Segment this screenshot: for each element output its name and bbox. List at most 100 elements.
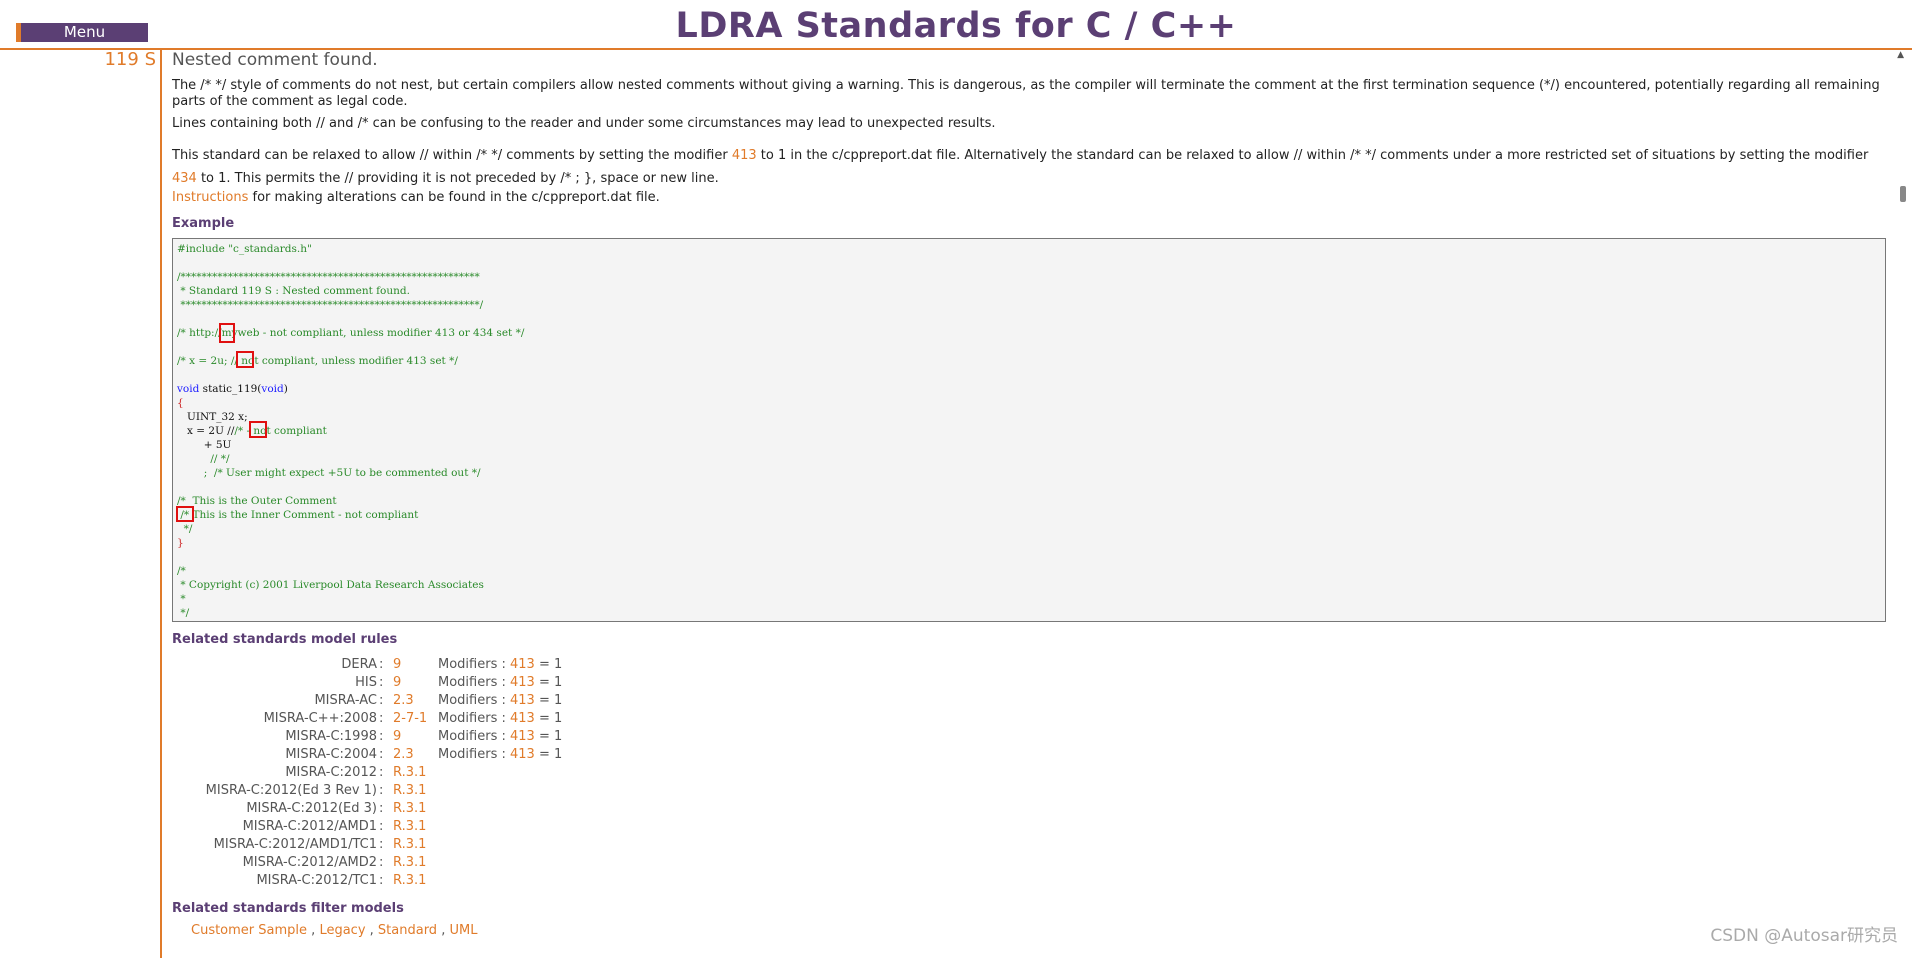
code-line: /* bbox=[177, 565, 186, 577]
separator: : bbox=[379, 675, 384, 690]
rule-link[interactable]: R.3.1 bbox=[393, 854, 426, 872]
page-title: LDRA Standards for C / C++ bbox=[675, 6, 1237, 46]
highlight-box bbox=[219, 323, 235, 343]
separator: : bbox=[379, 657, 384, 672]
related-rule-row: MISRA-C:2012(Ed 3): R.3.1 bbox=[172, 800, 772, 818]
standard-name: MISRA-C:1998 bbox=[285, 729, 377, 744]
code-line: ****************************************… bbox=[177, 299, 484, 311]
rule-link[interactable]: 2.3 bbox=[393, 746, 414, 764]
related-rule-row: MISRA-C++:2008:2-7-1 Modifiers : 413 = 1 bbox=[172, 710, 772, 728]
page-header: Menu LDRA Standards for C / C++ bbox=[0, 0, 1912, 50]
separator: , bbox=[365, 923, 378, 938]
code-line: #include "c_standards.h" bbox=[177, 243, 312, 255]
modifier-434-link[interactable]: 434 bbox=[172, 171, 197, 186]
rule-link[interactable]: R.3.1 bbox=[393, 836, 426, 854]
rule-link[interactable]: R.3.1 bbox=[393, 818, 426, 836]
separator: : bbox=[379, 747, 384, 762]
separator: , bbox=[437, 923, 450, 938]
separator: : bbox=[379, 855, 384, 870]
related-rule-row: MISRA-C:2012/AMD2: R.3.1 bbox=[172, 854, 772, 872]
related-rule-row: MISRA-C:2004:2.3 Modifiers : 413 = 1 bbox=[172, 746, 772, 764]
rule-description-1: The /* */ style of comments do not nest,… bbox=[172, 78, 1880, 109]
code-line: * Standard 119 S : Nested comment found. bbox=[177, 285, 410, 297]
standard-name: MISRA-C++:2008 bbox=[263, 711, 377, 726]
separator: : bbox=[379, 729, 384, 744]
filter-model-link[interactable]: Legacy bbox=[319, 923, 365, 938]
instructions-note: Instructions for making alterations can … bbox=[172, 190, 660, 205]
code-line: /* This is the Inner Comment - not compl… bbox=[177, 509, 419, 521]
standard-name: MISRA-C:2004 bbox=[285, 747, 377, 762]
rule-link[interactable]: R.3.1 bbox=[393, 782, 426, 800]
related-rule-row: MISRA-C:2012/AMD1/TC1: R.3.1 bbox=[172, 836, 772, 854]
example-heading: Example bbox=[172, 216, 235, 231]
separator: : bbox=[379, 711, 384, 726]
highlight-box bbox=[236, 351, 254, 368]
modifier-note: Modifiers : 413 = 1 bbox=[438, 693, 563, 708]
related-rule-row: DERA:9 Modifiers : 413 = 1 bbox=[172, 656, 772, 674]
code-line: /* This is the Outer Comment bbox=[177, 495, 337, 507]
code-example: #include "c_standards.h" /**************… bbox=[172, 238, 1886, 622]
rule-link[interactable]: R.3.1 bbox=[393, 872, 426, 890]
highlight-box bbox=[176, 506, 194, 522]
modifier-413-link[interactable]: 413 bbox=[732, 148, 757, 163]
standard-name: MISRA-C:2012(Ed 3) bbox=[246, 801, 377, 816]
left-divider bbox=[160, 48, 162, 958]
code-line: // */ bbox=[177, 453, 230, 465]
modifier-note: Modifiers : 413 = 1 bbox=[438, 675, 563, 690]
code-line: } bbox=[177, 537, 184, 549]
related-rule-row: MISRA-C:2012/AMD1: R.3.1 bbox=[172, 818, 772, 836]
modifier-note: Modifiers : 413 = 1 bbox=[438, 747, 563, 762]
code-line: */ bbox=[177, 523, 193, 535]
separator: : bbox=[379, 819, 384, 834]
code-line: /* x = 2u; // not compliant, unless modi… bbox=[177, 355, 458, 367]
rule-description-3: This standard can be relaxed to allow //… bbox=[172, 148, 1869, 186]
highlight-box bbox=[249, 421, 267, 438]
standard-name: MISRA-C:2012/TC1 bbox=[256, 873, 377, 888]
standard-name: MISRA-C:2012/AMD1/TC1 bbox=[213, 837, 377, 852]
separator: : bbox=[379, 837, 384, 852]
separator: : bbox=[379, 783, 384, 798]
related-rules-heading: Related standards model rules bbox=[172, 632, 398, 647]
code-line: UINT_32 x; bbox=[177, 411, 248, 423]
watermark: CSDN @Autosar研究员 bbox=[1710, 926, 1898, 946]
code-line: * bbox=[177, 593, 186, 605]
rule-link[interactable]: R.3.1 bbox=[393, 764, 426, 782]
rule-link[interactable]: R.3.1 bbox=[393, 800, 426, 818]
filter-model-link[interactable]: Standard bbox=[378, 923, 437, 938]
scroll-up-arrow-icon[interactable]: ▲ bbox=[1897, 50, 1904, 60]
related-rule-row: HIS:9 Modifiers : 413 = 1 bbox=[172, 674, 772, 692]
rule-description-2: Lines containing both // and /* can be c… bbox=[172, 116, 996, 131]
scrollbar-thumb[interactable] bbox=[1900, 186, 1906, 202]
standard-name: HIS bbox=[355, 675, 377, 690]
rule-link[interactable]: 2-7-1 bbox=[393, 710, 427, 728]
standard-name: MISRA-C:2012/AMD2 bbox=[242, 855, 377, 870]
separator: , bbox=[307, 923, 320, 938]
filter-model-link[interactable]: UML bbox=[449, 923, 477, 938]
code-line: + 5U bbox=[177, 439, 232, 451]
rule-link[interactable]: 9 bbox=[393, 656, 401, 674]
filter-model-link[interactable]: Customer Sample bbox=[191, 923, 307, 938]
standard-name: MISRA-C:2012 bbox=[285, 765, 377, 780]
rule-link[interactable]: 9 bbox=[393, 728, 401, 746]
rule-link[interactable]: 2.3 bbox=[393, 692, 414, 710]
modifier-note: Modifiers : 413 = 1 bbox=[438, 729, 563, 744]
related-rule-row: MISRA-C:2012/TC1: R.3.1 bbox=[172, 872, 772, 890]
related-rule-row: MISRA-C:1998:9 Modifiers : 413 = 1 bbox=[172, 728, 772, 746]
standard-name: MISRA-C:2012(Ed 3 Rev 1) bbox=[205, 783, 377, 798]
standard-name: MISRA-AC bbox=[314, 693, 377, 708]
related-rule-row: MISRA-AC:2.3 Modifiers : 413 = 1 bbox=[172, 692, 772, 710]
instructions-link[interactable]: Instructions bbox=[172, 190, 248, 205]
standard-name: DERA bbox=[341, 657, 377, 672]
related-rule-row: MISRA-C:2012: R.3.1 bbox=[172, 764, 772, 782]
rule-link[interactable]: 9 bbox=[393, 674, 401, 692]
code-line: void static_119(void) bbox=[177, 383, 288, 395]
separator: : bbox=[379, 873, 384, 888]
standard-name: MISRA-C:2012/AMD1 bbox=[242, 819, 377, 834]
code-line: { bbox=[177, 397, 184, 409]
rule-id: 119 S bbox=[104, 49, 156, 70]
filter-models-heading: Related standards filter models bbox=[172, 901, 404, 916]
modifier-note: Modifiers : 413 = 1 bbox=[438, 711, 563, 726]
code-line: */ bbox=[177, 607, 190, 619]
separator: : bbox=[379, 765, 384, 780]
code-line: /***************************************… bbox=[177, 271, 480, 283]
